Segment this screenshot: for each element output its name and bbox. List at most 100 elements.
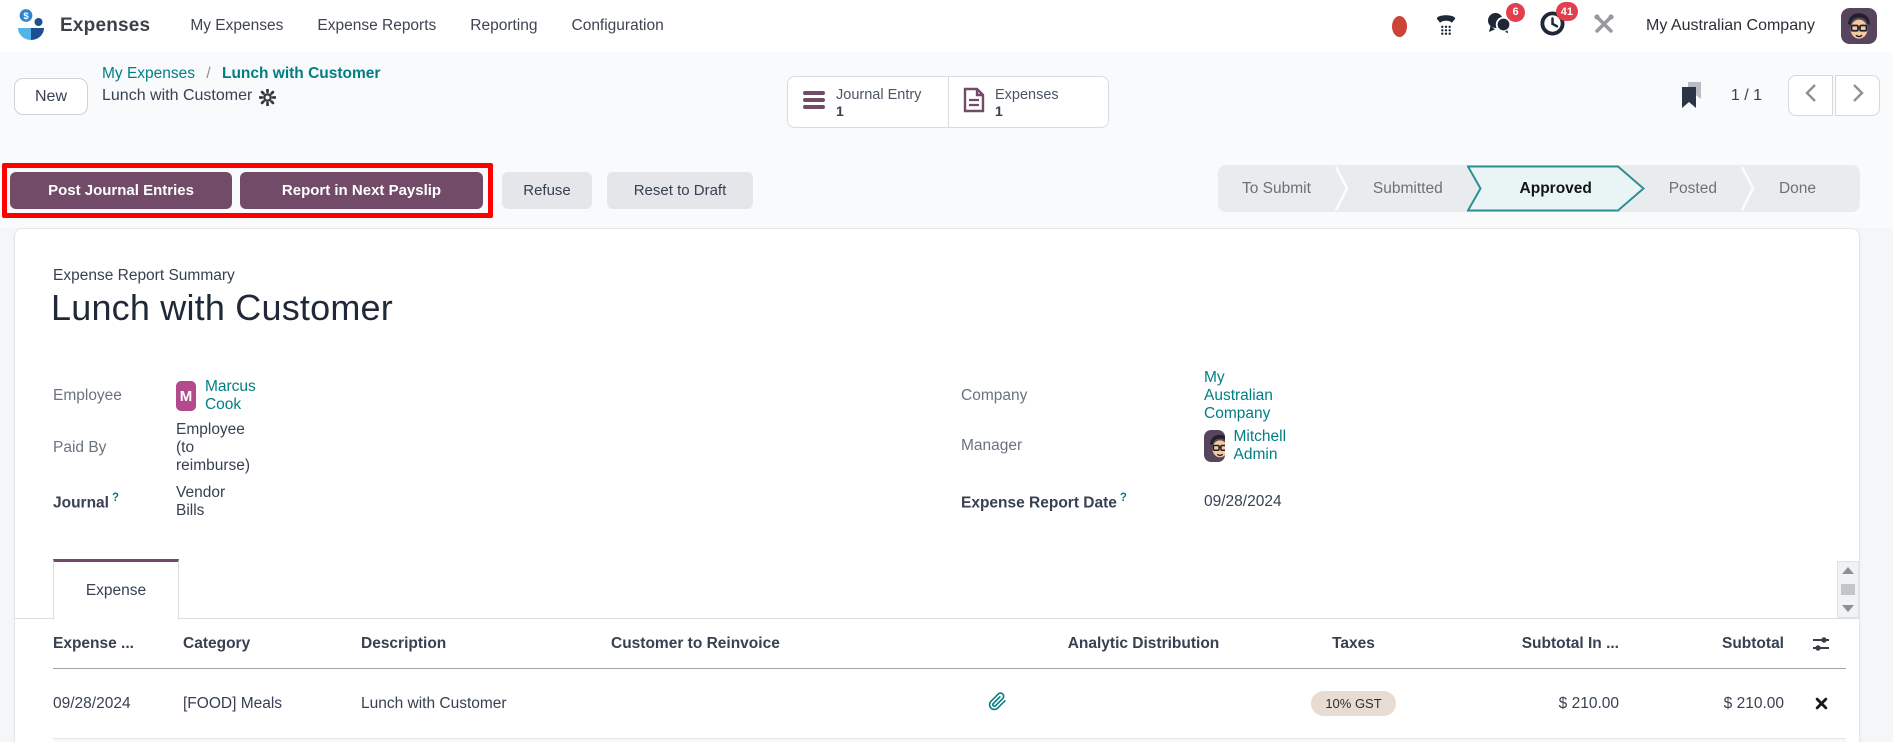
control-panel: New My Expenses / Lunch with Customer Lu… bbox=[0, 52, 1893, 228]
recording-indicator-icon bbox=[1392, 16, 1407, 37]
status-step-approved-active[interactable]: Approved bbox=[1467, 165, 1645, 212]
record-subtitle: Lunch with Customer bbox=[102, 85, 252, 107]
scroll-up-icon[interactable] bbox=[1842, 567, 1854, 574]
manager-value[interactable]: Mitchell Admin bbox=[1234, 428, 1298, 464]
journal-value[interactable]: Vendor Bills bbox=[176, 484, 225, 520]
messages-button[interactable]: 6 bbox=[1485, 11, 1513, 42]
col-category[interactable]: Category bbox=[183, 635, 361, 653]
breadcrumb-current: Lunch with Customer bbox=[222, 65, 380, 82]
app-switcher[interactable]: $ Expenses bbox=[14, 7, 150, 46]
col-analytic[interactable]: Analytic Distribution bbox=[1068, 635, 1220, 653]
debug-tools-button[interactable] bbox=[1592, 12, 1616, 41]
scroll-down-icon[interactable] bbox=[1842, 605, 1854, 612]
journal-label: Journal bbox=[53, 494, 109, 511]
status-step-posted[interactable]: Posted bbox=[1645, 165, 1741, 212]
app-title: Expenses bbox=[60, 15, 150, 37]
page: $ Expenses My Expenses Expense Reports R… bbox=[0, 0, 1893, 742]
smart-button-label: Expenses bbox=[995, 87, 1059, 103]
activities-badge: 41 bbox=[1556, 2, 1578, 21]
attachment-paperclip-icon[interactable] bbox=[988, 692, 1021, 716]
manager-avatar bbox=[1204, 430, 1225, 462]
activities-button[interactable]: 41 bbox=[1539, 10, 1566, 42]
cell-subtotal[interactable]: $ 210.00 bbox=[1724, 695, 1796, 713]
employee-avatar: M bbox=[176, 381, 196, 411]
breadcrumb-separator: / bbox=[206, 65, 210, 82]
messages-badge: 6 bbox=[1506, 3, 1525, 22]
bookmark-icon[interactable] bbox=[1679, 81, 1705, 111]
menu-expense-reports[interactable]: Expense Reports bbox=[317, 17, 436, 35]
notebook-tabs: Expense bbox=[15, 559, 1859, 619]
employee-value[interactable]: Marcus Cook bbox=[205, 378, 266, 414]
paid-by-label: Paid By bbox=[53, 439, 175, 457]
cell-description[interactable]: Lunch with Customer bbox=[361, 695, 611, 713]
column-settings-icon[interactable] bbox=[1811, 635, 1831, 653]
expense-document-icon bbox=[963, 87, 985, 118]
previous-record-button[interactable] bbox=[1788, 75, 1833, 116]
journal-entry-smart-button[interactable]: Journal Entry 1 bbox=[788, 77, 948, 127]
cell-taxes[interactable]: 10% GST bbox=[1311, 695, 1395, 713]
top-navbar: $ Expenses My Expenses Expense Reports R… bbox=[0, 0, 1893, 52]
user-avatar[interactable] bbox=[1841, 8, 1877, 44]
status-active-label: Approved bbox=[1520, 180, 1592, 198]
tax-badge[interactable]: 10% GST bbox=[1311, 691, 1395, 716]
col-taxes[interactable]: Taxes bbox=[1332, 635, 1375, 653]
new-button[interactable]: New bbox=[14, 78, 88, 115]
status-step-submitted[interactable]: Submitted bbox=[1349, 165, 1467, 212]
svg-text:$: $ bbox=[23, 11, 29, 22]
company-value[interactable]: My Australian Company bbox=[1204, 369, 1273, 423]
breadcrumb: My Expenses / Lunch with Customer Lunch … bbox=[102, 63, 380, 107]
next-record-button[interactable] bbox=[1835, 75, 1880, 116]
report-in-next-payslip-button[interactable]: Report in Next Payslip bbox=[240, 172, 483, 209]
company-selector[interactable]: My Australian Company bbox=[1646, 17, 1815, 35]
post-journal-entries-button[interactable]: Post Journal Entries bbox=[10, 172, 232, 209]
menu-my-expenses[interactable]: My Expenses bbox=[190, 17, 283, 35]
smart-button-group: Journal Entry 1 Expenses 1 bbox=[787, 76, 1109, 128]
smart-button-count: 1 bbox=[836, 103, 921, 119]
table-header-row: Expense ... Category Description Custome… bbox=[53, 619, 1846, 669]
menu-configuration[interactable]: Configuration bbox=[572, 17, 664, 35]
expenses-app-icon: $ bbox=[14, 7, 48, 46]
company-label: Company bbox=[961, 387, 1203, 405]
pager-counter: 1 / 1 bbox=[1731, 87, 1762, 105]
status-step-done[interactable]: Done bbox=[1755, 165, 1840, 212]
breadcrumb-parent-link[interactable]: My Expenses bbox=[102, 65, 195, 82]
record-title[interactable]: Lunch with Customer bbox=[51, 287, 393, 329]
status-step-to-submit[interactable]: To Submit bbox=[1218, 165, 1335, 212]
tab-expense[interactable]: Expense bbox=[53, 559, 179, 620]
col-description[interactable]: Description bbox=[361, 635, 611, 653]
expense-report-date-label: Expense Report Date bbox=[961, 494, 1117, 511]
smart-button-label: Journal Entry bbox=[836, 87, 921, 103]
cell-subtotal-in[interactable]: $ 210.00 bbox=[1559, 695, 1631, 713]
employee-label: Employee bbox=[53, 387, 175, 405]
expense-report-date-value[interactable]: 09/28/2024 bbox=[1204, 493, 1282, 511]
cell-category[interactable]: [FOOD] Meals bbox=[183, 695, 361, 713]
statusbar: To Submit Submitted Approved Posted Done bbox=[1218, 165, 1860, 212]
phone-button[interactable] bbox=[1433, 11, 1459, 42]
expenses-smart-button[interactable]: Expenses 1 bbox=[948, 77, 1108, 127]
paid-by-value[interactable]: Employee (to reimburse) bbox=[176, 421, 250, 475]
col-expense-date[interactable]: Expense ... bbox=[53, 635, 183, 653]
table-scrollbar[interactable] bbox=[1837, 561, 1859, 618]
status-separator bbox=[1741, 165, 1755, 212]
col-subtotal[interactable]: Subtotal bbox=[1722, 635, 1796, 653]
scroll-thumb[interactable] bbox=[1841, 584, 1855, 595]
summary-field-label: Expense Report Summary bbox=[53, 267, 235, 285]
delete-row-icon[interactable] bbox=[1815, 697, 1828, 710]
expense-line-row[interactable]: 09/28/2024 [FOOD] Meals Lunch with Custo… bbox=[53, 669, 1846, 739]
expense-report-date-help-icon[interactable]: ? bbox=[1120, 492, 1127, 504]
form-sheet: Expense Report Summary Lunch with Custom… bbox=[14, 228, 1860, 742]
refuse-button[interactable]: Refuse bbox=[502, 172, 592, 209]
manager-label: Manager bbox=[961, 437, 1203, 455]
cell-expense-date[interactable]: 09/28/2024 bbox=[53, 695, 183, 713]
reset-to-draft-button[interactable]: Reset to Draft bbox=[607, 172, 753, 209]
gear-icon[interactable] bbox=[259, 89, 276, 106]
status-separator bbox=[1335, 165, 1349, 212]
menu-reporting[interactable]: Reporting bbox=[470, 17, 537, 35]
col-subtotal-in[interactable]: Subtotal In ... bbox=[1522, 635, 1631, 653]
chevron-right-icon bbox=[1852, 83, 1864, 108]
journal-help-icon[interactable]: ? bbox=[112, 492, 119, 504]
journal-entry-icon bbox=[802, 89, 826, 116]
smart-button-count: 1 bbox=[995, 103, 1059, 119]
tools-icon bbox=[1592, 12, 1616, 41]
col-customer[interactable]: Customer to Reinvoice bbox=[611, 635, 1021, 653]
